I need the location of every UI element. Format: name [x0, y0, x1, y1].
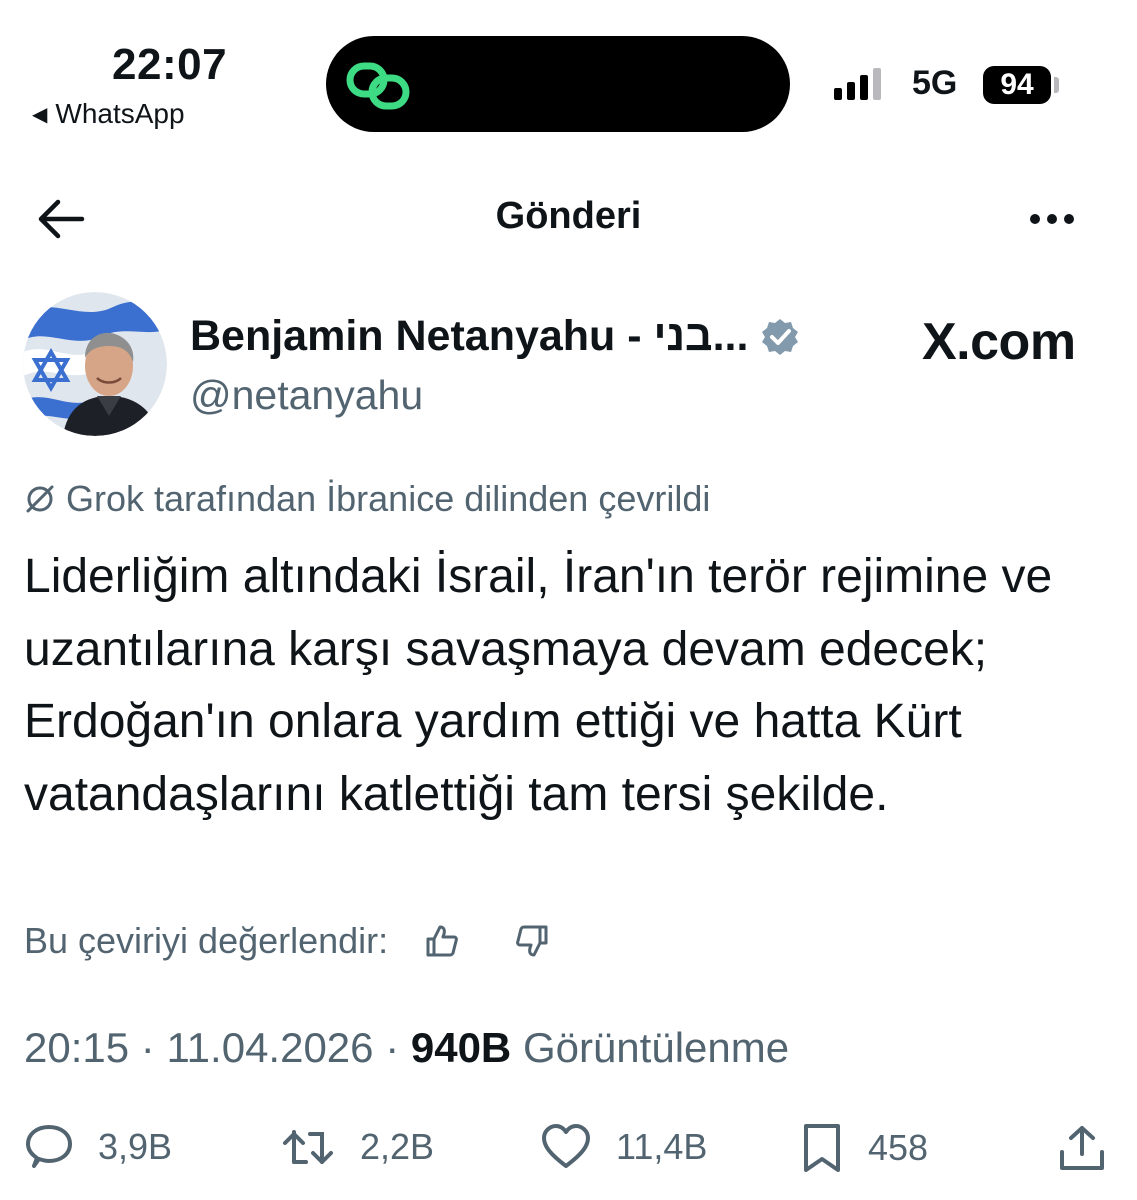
- translate-icon: [26, 485, 54, 513]
- share-icon: [1060, 1126, 1104, 1170]
- views-count: 940B: [410, 1024, 512, 1071]
- repost-button[interactable]: 2,2B: [280, 1122, 434, 1172]
- back-triangle-icon: ◀: [32, 103, 48, 126]
- back-to-app-button[interactable]: ◀ WhatsApp: [32, 98, 185, 130]
- x-logo-watermark: X.com: [922, 313, 1076, 371]
- signal-icon: [834, 68, 881, 100]
- bookmark-count: 458: [868, 1127, 929, 1168]
- bookmark-button[interactable]: 458: [800, 1122, 928, 1174]
- tweet-text: Liderliğim altındaki İsrail, İran'ın ter…: [24, 550, 1053, 821]
- reply-icon: [26, 1125, 72, 1168]
- author-handle[interactable]: @netanyahu: [190, 372, 423, 419]
- repost-count: 2,2B: [360, 1126, 435, 1167]
- page-title: Gönderi: [495, 195, 642, 237]
- translation-note-text: Grok tarafından İbranice dilinden çevril…: [66, 478, 711, 519]
- like-button[interactable]: 11,4B: [540, 1122, 707, 1172]
- battery-level: 94: [1000, 68, 1034, 101]
- tweet-meta: 20:15 · 11.04.2026 · 940B Görüntülenme: [24, 1024, 790, 1071]
- more-options-icon[interactable]: [1030, 214, 1074, 224]
- author-name[interactable]: Benjamin Netanyahu - בני...: [190, 312, 800, 361]
- tweet-time: 20:15: [24, 1024, 130, 1071]
- tweet-date: 11.04.2026: [166, 1024, 374, 1071]
- author-name-text: Benjamin Netanyahu - בני...: [190, 312, 749, 360]
- battery-tip: [1054, 77, 1059, 93]
- reply-count: 3,9B: [98, 1126, 173, 1167]
- thumbs-up-icon[interactable]: [422, 921, 462, 961]
- reply-button[interactable]: 3,9B: [24, 1122, 172, 1172]
- rate-translation: Bu çeviriyi değerlendir:: [24, 920, 552, 962]
- like-count: 11,4B: [616, 1126, 708, 1167]
- heart-icon: [542, 1124, 590, 1168]
- thumbs-down-icon[interactable]: [512, 921, 552, 961]
- battery-icon: 94: [983, 66, 1051, 104]
- bookmark-icon: [804, 1124, 840, 1172]
- share-button[interactable]: [1058, 1124, 1106, 1177]
- network-type: 5G: [912, 64, 958, 102]
- views-label: Görüntülenme: [522, 1024, 790, 1071]
- back-app-label: WhatsApp: [55, 98, 185, 129]
- link-icon: [346, 62, 410, 110]
- status-time: 22:07: [112, 40, 228, 89]
- avatar[interactable]: [23, 292, 167, 436]
- repost-icon: [283, 1130, 333, 1164]
- rate-translation-label: Bu çeviriyi değerlendir:: [24, 920, 389, 961]
- translation-note[interactable]: Grok tarafından İbranice dilinden çevril…: [24, 478, 710, 520]
- verified-badge-icon: [762, 318, 799, 355]
